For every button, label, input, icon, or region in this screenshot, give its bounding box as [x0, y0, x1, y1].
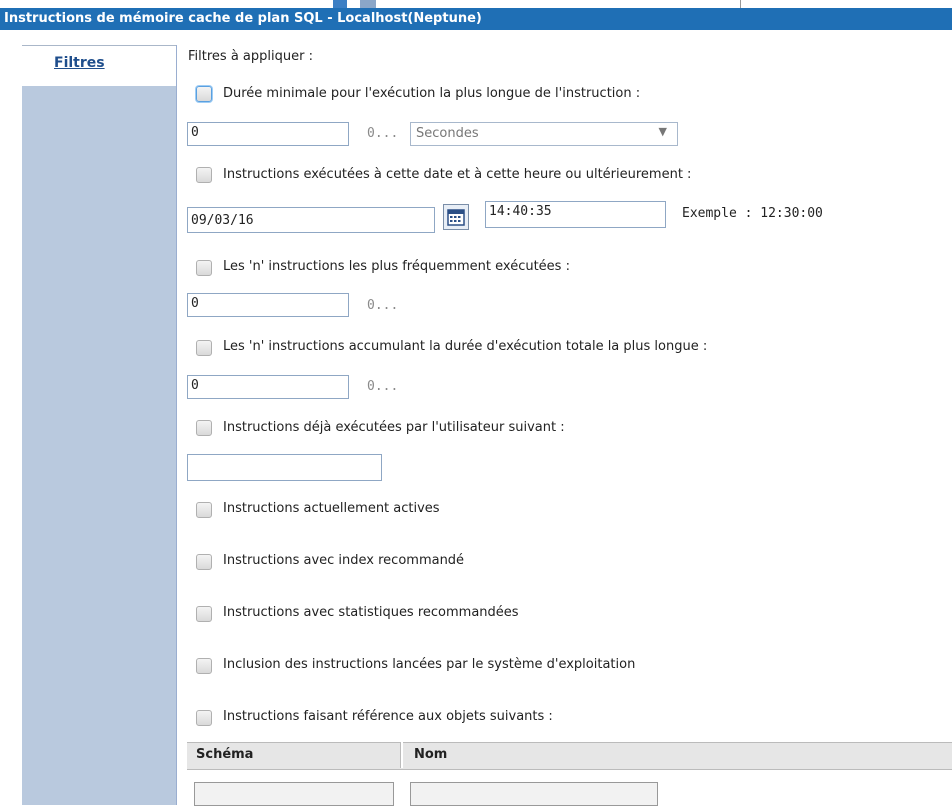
schema-input[interactable] [194, 782, 394, 806]
os-included-label: Inclusion des instructions lancées par l… [223, 657, 636, 672]
objects-ref-label: Instructions faisant référence aux objet… [223, 709, 553, 724]
min-duration-checkbox[interactable] [196, 86, 212, 102]
most-frequent-label: Les 'n' instructions les plus fréquemmen… [223, 259, 570, 274]
tab-filtres[interactable]: Filtres [22, 45, 176, 86]
tab-filtres-label: Filtres [54, 55, 105, 71]
duration-unit-value: Secondes [416, 126, 479, 141]
after-date-label: Instructions exécutées à cette date et à… [223, 167, 692, 182]
name-input[interactable] [410, 782, 658, 806]
after-date-checkbox[interactable] [196, 167, 212, 183]
active-checkbox[interactable] [196, 502, 212, 518]
user-input[interactable] [187, 454, 382, 481]
min-duration-input[interactable]: 0 [187, 122, 349, 146]
duration-unit-select[interactable]: Secondes ▼ [410, 122, 678, 146]
index-recommended-label: Instructions avec index recommandé [223, 553, 465, 568]
longest-total-hint: 0... [367, 379, 399, 394]
active-label: Instructions actuellement actives [223, 501, 440, 516]
longest-total-checkbox[interactable] [196, 340, 212, 356]
most-frequent-input[interactable]: 0 [187, 293, 349, 317]
by-user-label: Instructions déjà exécutées par l'utilis… [223, 420, 565, 435]
by-user-checkbox[interactable] [196, 420, 212, 436]
filters-panel: Filtres à appliquer : Durée minimale pou… [176, 30, 952, 806]
background-window-strip [0, 0, 952, 8]
calendar-icon [447, 209, 465, 226]
date-input[interactable]: 09/03/16 [187, 207, 435, 233]
window-title: Instructions de mémoire cache de plan SQ… [0, 8, 952, 30]
time-example: Exemple : 12:30:00 [682, 206, 823, 221]
column-divider [400, 742, 403, 768]
index-recommended-checkbox[interactable] [196, 554, 212, 570]
time-input[interactable]: 14:40:35 [485, 201, 666, 228]
sidebar: Filtres [22, 45, 177, 805]
longest-total-label: Les 'n' instructions accumulant la durée… [223, 339, 708, 354]
most-frequent-hint: 0... [367, 298, 399, 313]
os-included-checkbox[interactable] [196, 658, 212, 674]
column-name: Nom [414, 747, 448, 762]
chevron-down-icon: ▼ [658, 125, 667, 138]
objects-table-header [187, 742, 952, 770]
column-schema: Schéma [196, 747, 254, 762]
calendar-button[interactable] [443, 204, 469, 230]
stats-recommended-label: Instructions avec statistiques recommand… [223, 605, 519, 620]
stats-recommended-checkbox[interactable] [196, 606, 212, 622]
left-edge [0, 30, 22, 800]
longest-total-input[interactable]: 0 [187, 375, 349, 399]
most-frequent-checkbox[interactable] [196, 260, 212, 276]
filters-heading: Filtres à appliquer : [188, 49, 313, 64]
min-duration-label: Durée minimale pour l'exécution la plus … [223, 86, 641, 101]
min-duration-hint: 0... [367, 126, 399, 141]
objects-ref-checkbox[interactable] [196, 710, 212, 726]
